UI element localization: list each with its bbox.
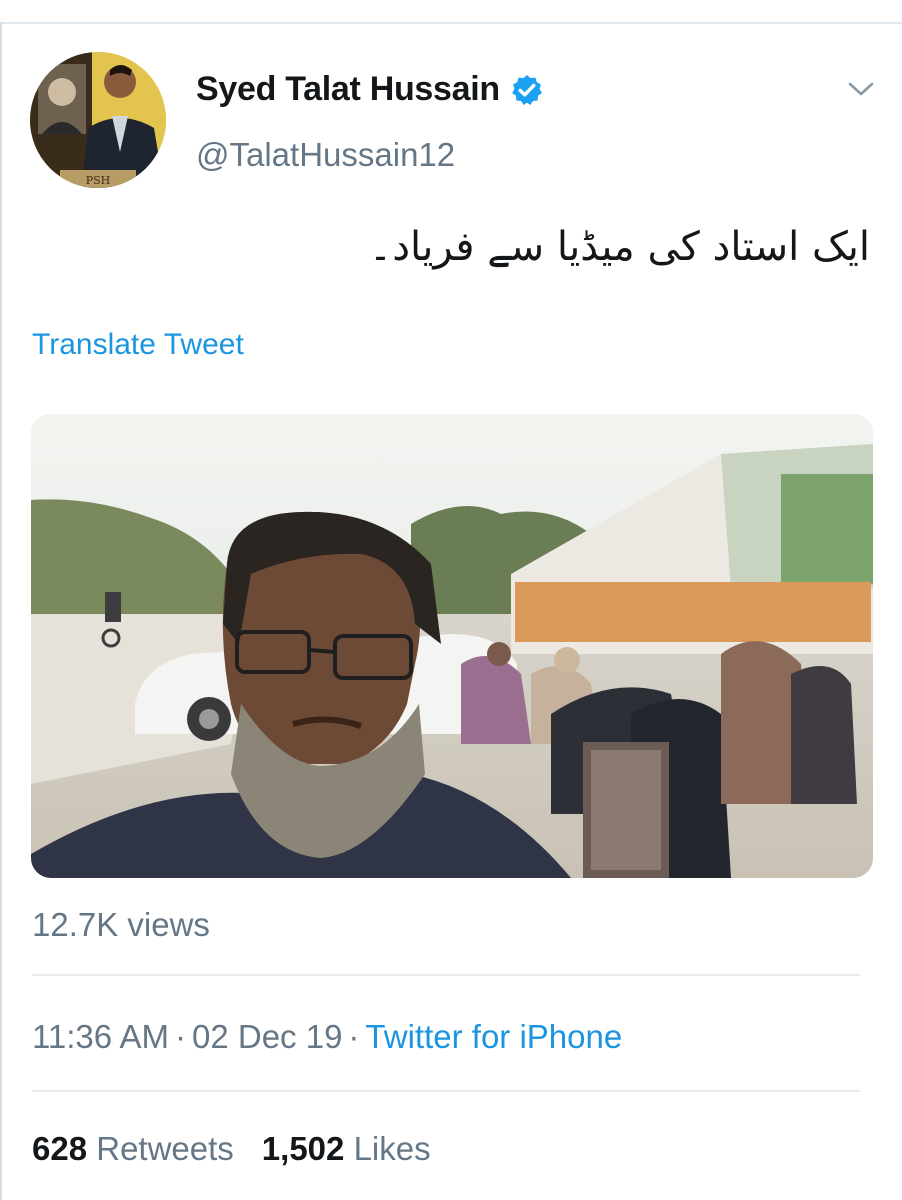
avatar[interactable]: PSH [30,52,166,188]
author-display-name[interactable]: Syed Talat Hussain [196,70,500,109]
tweet-detail: PSH Syed Talat Hussain @TalatHussain12 ا… [0,0,902,1200]
retweets-label: Retweets [96,1130,234,1167]
left-divider [0,22,2,1200]
top-divider [0,22,902,24]
verified-badge-icon [510,73,544,107]
translate-tweet-link[interactable]: Translate Tweet [32,328,244,362]
meta-separator: · [348,1018,360,1055]
avatar-caption: PSH [86,174,111,187]
view-count: 12.7K views [32,906,210,943]
likes-count: 1,502 [261,1130,345,1167]
tweet-date: 02 Dec 19 [191,1018,343,1055]
tweet-meta: 11:36 AM · 02 Dec 19 · Twitter for iPhone [32,1018,622,1056]
likes-label: Likes [353,1130,431,1167]
author-handle[interactable]: @TalatHussain12 [196,136,455,174]
tweet-text: ایک استاد کی میڈیا سے فریاد۔ [368,224,870,270]
tweet-stats: 628 Retweets 1,502 Likes [32,1130,431,1168]
chevron-down-icon[interactable] [846,74,876,104]
tweet-video[interactable] [31,414,873,878]
divider [32,974,860,976]
retweets-count: 628 [32,1130,88,1167]
author-name-row[interactable]: Syed Talat Hussain [196,70,544,109]
retweets-stat[interactable]: 628 Retweets [32,1130,234,1167]
divider [32,1090,860,1092]
tweet-time: 11:36 AM [32,1018,169,1055]
meta-separator: · [174,1018,186,1055]
likes-stat[interactable]: 1,502 Likes [262,1130,431,1167]
tweet-source-link[interactable]: Twitter for iPhone [365,1018,622,1055]
